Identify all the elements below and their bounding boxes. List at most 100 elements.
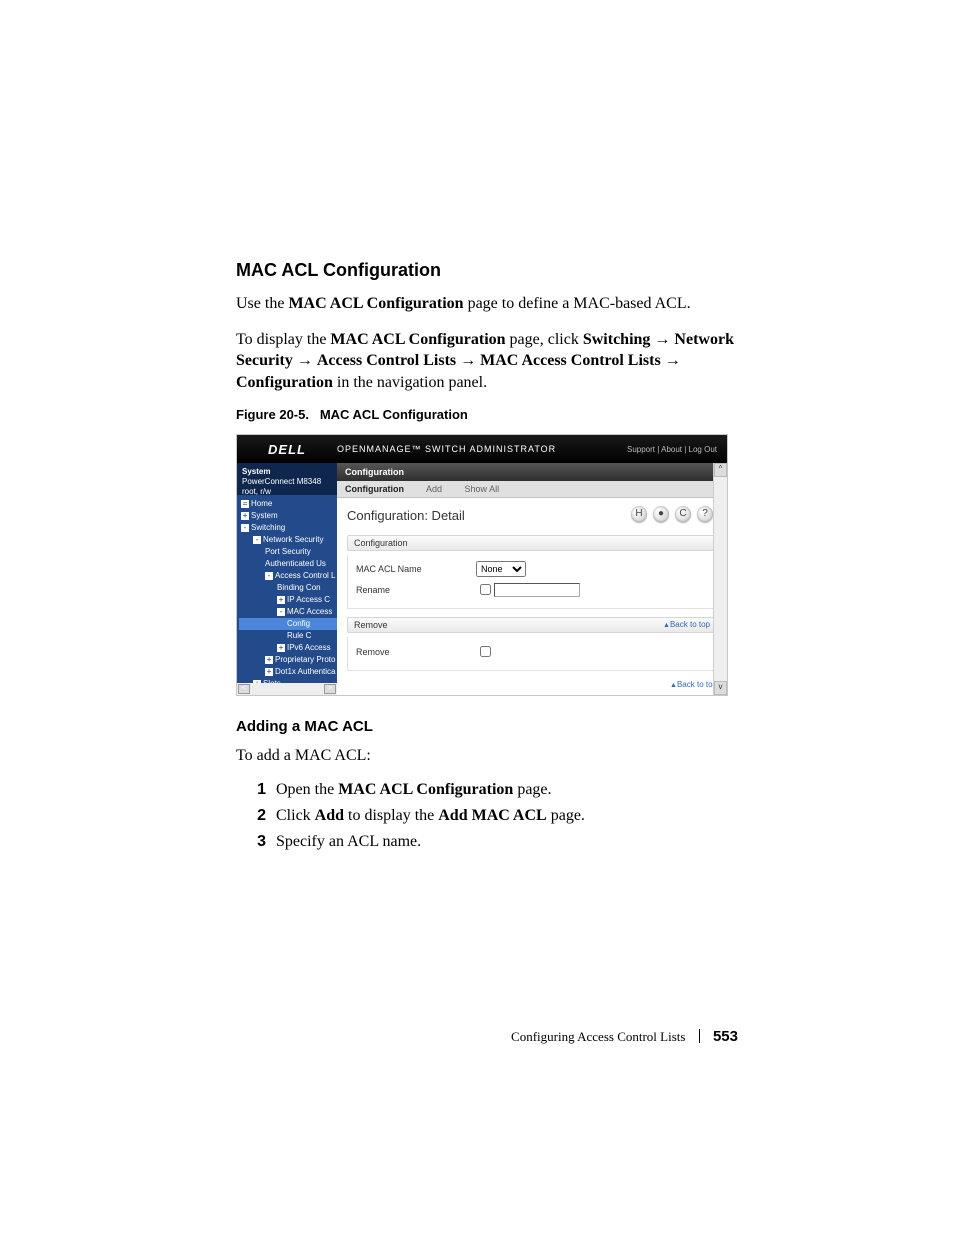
sidebar-item-label: Slots: [263, 679, 281, 683]
sidebar-item-label: Authenticated Us: [265, 559, 326, 568]
arrow-icon: →: [650, 331, 674, 348]
sidebar-item[interactable]: Rule C: [239, 630, 337, 642]
scroll-left-icon[interactable]: <: [238, 684, 250, 694]
sidebar-item-label: Switching: [251, 523, 285, 532]
form-row-mac-acl-name: MAC ACL Name None: [356, 561, 708, 577]
text: page to define a MAC-based ACL.: [464, 295, 691, 312]
sidebar-item[interactable]: Binding Con: [239, 582, 337, 594]
sidebar-item[interactable]: -Switching: [239, 522, 337, 534]
sidebar-item[interactable]: +System: [239, 510, 337, 522]
collapse-icon[interactable]: -: [277, 608, 285, 616]
nav-sidebar: System PowerConnect M8348 root, r/w =Hom…: [237, 463, 337, 695]
scroll-right-icon[interactable]: >: [324, 684, 336, 694]
text: page, click: [506, 331, 583, 348]
sidebar-item-label: Dot1x Authentica: [275, 667, 335, 676]
bold-text: Switching: [583, 331, 651, 348]
tab-show-all[interactable]: Show All: [465, 484, 500, 494]
form-row-rename: Rename: [356, 581, 708, 598]
expand-icon[interactable]: +: [265, 668, 273, 676]
sidebar-item[interactable]: -MAC Access: [239, 606, 337, 618]
page-footer: Configuring Access Control Lists 553: [511, 1028, 738, 1045]
bold-text: Configuration: [236, 374, 333, 391]
sidebar-item-label: IPv6 Access: [287, 643, 331, 652]
sidebar-item-label: Rule C: [287, 631, 311, 640]
expand-icon[interactable]: +: [277, 644, 285, 652]
sidebar-item[interactable]: +Slots: [239, 678, 337, 683]
expand-icon[interactable]: +: [277, 596, 285, 604]
bold-text: Add: [315, 807, 344, 824]
sidebar-item[interactable]: +IPv6 Access: [239, 642, 337, 654]
collapse-icon[interactable]: -: [265, 572, 273, 580]
scroll-up-icon[interactable]: ^: [714, 463, 727, 477]
intro-paragraph-1: Use the MAC ACL Configuration page to de…: [236, 293, 738, 315]
nav-tree[interactable]: =Home+System-Switching-Network SecurityP…: [237, 495, 337, 683]
help-icon[interactable]: ?: [697, 506, 713, 522]
nav-system-label: System: [242, 467, 332, 477]
brand-logo: DELL: [237, 442, 337, 457]
app-header: DELL OPENMANAGE™ SWITCH ADMINISTRATOR Su…: [237, 435, 727, 463]
back-to-top-link[interactable]: Back to top: [670, 680, 717, 689]
collapse-icon[interactable]: -: [241, 524, 249, 532]
scroll-down-icon[interactable]: v: [714, 681, 727, 695]
sidebar-item[interactable]: +Proprietary Proto: [239, 654, 337, 666]
sidebar-item[interactable]: +Dot1x Authentica: [239, 666, 337, 678]
sidebar-item-label: MAC Access: [287, 607, 332, 616]
sidebar-item[interactable]: Config: [239, 618, 337, 630]
sidebar-item[interactable]: -Network Security: [239, 534, 337, 546]
expand-icon[interactable]: +: [265, 656, 273, 664]
text: Open the: [276, 781, 338, 798]
section-body-configuration: MAC ACL Name None Rename: [347, 555, 717, 609]
text: in the navigation panel.: [333, 374, 487, 391]
sidebar-item[interactable]: Authenticated Us: [239, 558, 337, 570]
detail-area: H ● C ? Configuration: Detail Configurat…: [337, 498, 727, 695]
top-links[interactable]: Support | About | Log Out: [627, 445, 717, 454]
content-pane: Configuration Configuration Add Show All…: [337, 463, 727, 695]
page-number: 553: [713, 1028, 738, 1045]
collapse-icon[interactable]: -: [253, 536, 261, 544]
vertical-scrollbar[interactable]: ^ v: [713, 463, 727, 695]
sidebar-item[interactable]: =Home: [239, 498, 337, 510]
label-rename: Rename: [356, 585, 476, 595]
sidebar-item[interactable]: -Access Control L: [239, 570, 337, 582]
checkbox-remove[interactable]: [480, 646, 491, 657]
sidebar-item[interactable]: +IP Access C: [239, 594, 337, 606]
save-icon[interactable]: H: [631, 506, 647, 522]
list-item: 2 Click Add to display the Add MAC ACL p…: [236, 807, 738, 825]
figure-number: Figure 20-5.: [236, 407, 309, 422]
sidebar-item-label: System: [251, 511, 278, 520]
step-number: 2: [236, 807, 266, 825]
text: To display the: [236, 331, 330, 348]
app-title: OPENMANAGE™ SWITCH ADMINISTRATOR: [337, 444, 556, 454]
input-rename[interactable]: [494, 583, 580, 597]
text: Use the: [236, 295, 288, 312]
select-mac-acl-name[interactable]: None: [476, 561, 526, 577]
arrow-icon: →: [456, 352, 480, 369]
tab-add[interactable]: Add: [426, 484, 442, 494]
refresh-icon[interactable]: C: [675, 506, 691, 522]
expand-icon[interactable]: +: [241, 512, 249, 520]
arrow-icon: →: [293, 352, 317, 369]
section-body-remove: Remove: [347, 637, 717, 671]
arrow-icon: →: [661, 352, 681, 369]
step-text: Open the MAC ACL Configuration page.: [276, 781, 552, 799]
print-icon[interactable]: ●: [653, 506, 669, 522]
bold-text: MAC ACL Configuration: [288, 295, 463, 312]
screenshot-figure: DELL OPENMANAGE™ SWITCH ADMINISTRATOR Su…: [236, 434, 728, 696]
checkbox-rename[interactable]: [480, 584, 491, 595]
footer-title: Configuring Access Control Lists: [511, 1029, 685, 1044]
tab-configuration[interactable]: Configuration: [345, 484, 404, 494]
back-to-top-link[interactable]: Back to top: [663, 620, 710, 629]
list-item: 3 Specify an ACL name.: [236, 833, 738, 851]
bold-text: MAC Access Control Lists: [480, 352, 661, 369]
section-heading-configuration: Configuration: [347, 535, 717, 551]
sidebar-item-label: Binding Con: [277, 583, 321, 592]
section-heading: MAC ACL Configuration: [236, 260, 738, 281]
step-text: Specify an ACL name.: [276, 833, 421, 851]
bold-text: Access Control Lists: [317, 352, 456, 369]
sidebar-item[interactable]: Port Security: [239, 546, 337, 558]
sidebar-item-label: IP Access C: [287, 595, 330, 604]
breadcrumb: Configuration: [337, 463, 727, 481]
expand-icon[interactable]: +: [253, 680, 261, 683]
bullet-icon[interactable]: =: [241, 500, 249, 508]
horizontal-scrollbar[interactable]: < >: [237, 683, 337, 695]
